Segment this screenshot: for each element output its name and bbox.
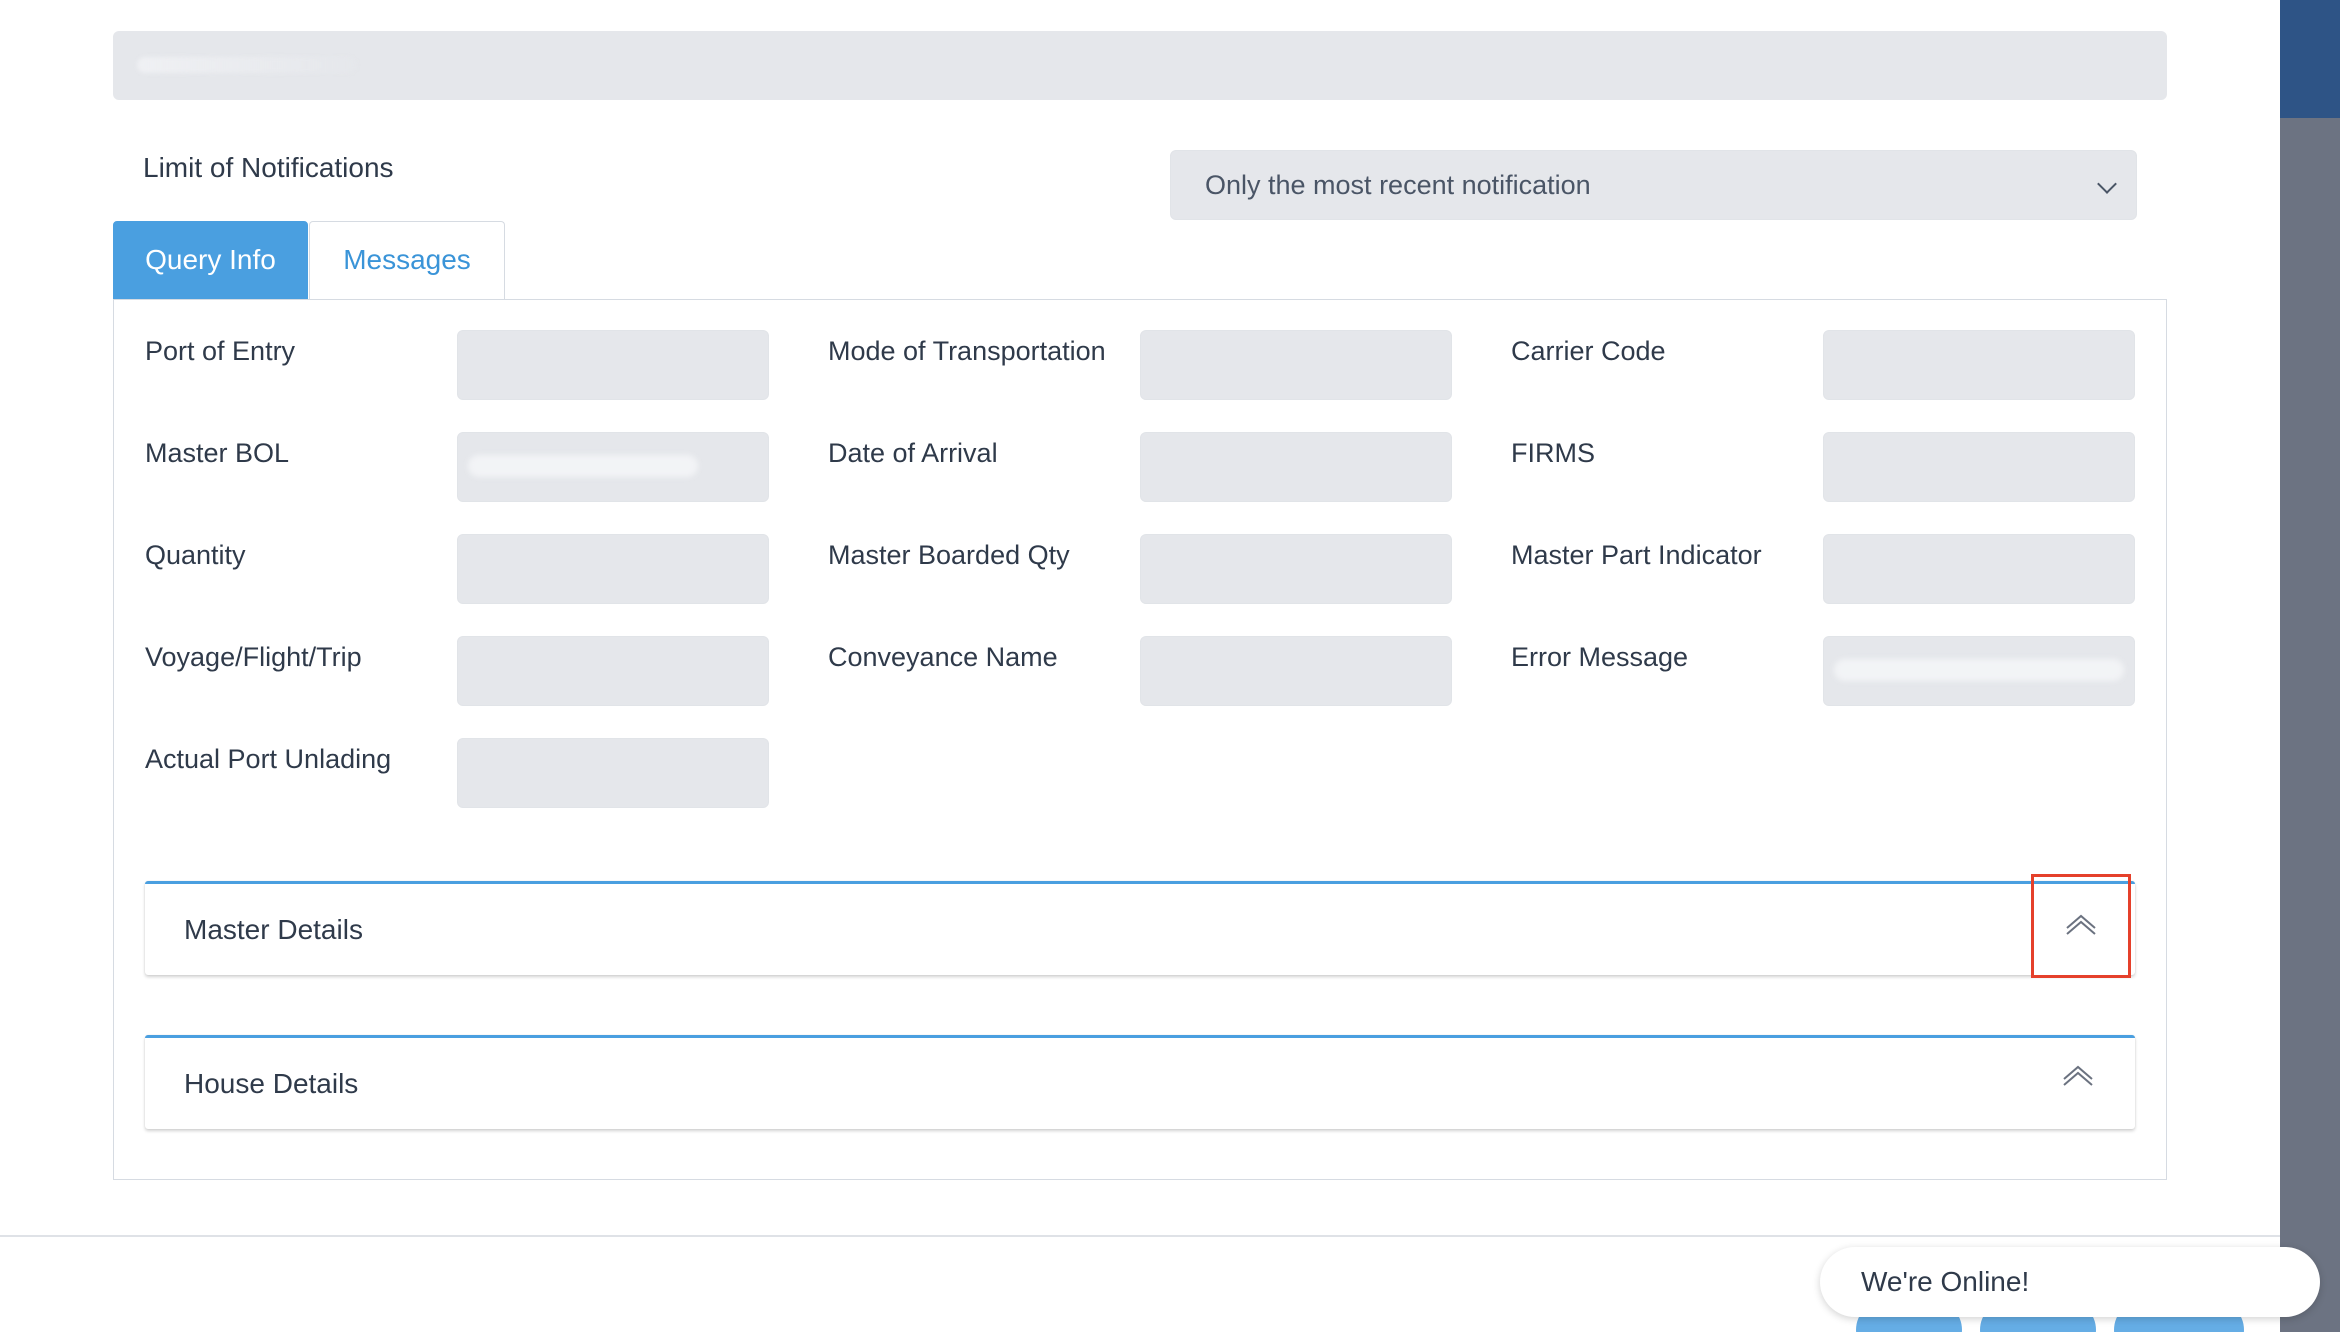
error-message-field[interactable]: [1823, 636, 2135, 706]
side-overlay: [2280, 0, 2340, 1332]
quantity-field[interactable]: [457, 534, 769, 604]
port-of-entry-label: Port of Entry: [145, 336, 296, 366]
limit-of-notifications-select[interactable]: Only the most recent notification: [1170, 150, 2137, 220]
tab-messages[interactable]: Messages: [309, 221, 505, 299]
carrier-code-label: Carrier Code: [1511, 336, 1666, 366]
master-part-indicator-field[interactable]: [1823, 534, 2135, 604]
footer-divider: [0, 1235, 2280, 1237]
redacted-text: [468, 455, 698, 477]
master-bol-field[interactable]: [457, 432, 769, 502]
error-message-label: Error Message: [1511, 642, 1689, 672]
voyage-flight-trip-field[interactable]: [457, 636, 769, 706]
carrier-code-field[interactable]: [1823, 330, 2135, 400]
master-bol-label: Master BOL: [145, 438, 290, 468]
master-boarded-qty-field[interactable]: [1140, 534, 1452, 604]
conveyance-name-label: Conveyance Name: [828, 642, 1058, 672]
chevron-up-icon: [2063, 1065, 2093, 1086]
master-details-title: Master Details: [184, 914, 363, 945]
actual-port-unlading-label: Actual Port Unlading: [145, 744, 392, 774]
voyage-flight-trip-label: Voyage/Flight/Trip: [145, 642, 362, 672]
limit-of-notifications-label: Limit of Notifications: [143, 152, 394, 183]
chevron-down-icon: [2097, 174, 2117, 194]
side-overlay-header: [2280, 0, 2340, 118]
page: Limit of Notifications Only the most rec…: [0, 0, 2280, 1332]
house-details-title: House Details: [184, 1068, 359, 1099]
master-details-toggle[interactable]: [2031, 874, 2131, 978]
date-of-arrival-field[interactable]: [1140, 432, 1452, 502]
port-of-entry-field[interactable]: [457, 330, 769, 400]
chat-status-bubble[interactable]: We're Online!: [1820, 1247, 2320, 1317]
firms-label: FIRMS: [1511, 438, 1595, 468]
actual-port-unlading-field[interactable]: [457, 738, 769, 808]
mode-of-transportation-label: Mode of Transportation: [828, 336, 1106, 366]
limit-select-value: Only the most recent notification: [1205, 170, 1591, 200]
master-boarded-qty-label: Master Boarded Qty: [828, 540, 1070, 570]
tab-query-info[interactable]: Query Info: [113, 221, 308, 299]
search-bar[interactable]: [113, 31, 2167, 100]
date-of-arrival-label: Date of Arrival: [828, 438, 998, 468]
chevron-up-icon: [2066, 914, 2096, 935]
conveyance-name-field[interactable]: [1140, 636, 1452, 706]
master-details-section[interactable]: Master Details: [145, 874, 2135, 978]
chat-status-text: We're Online!: [1861, 1266, 2030, 1297]
redacted-text: [137, 57, 357, 73]
master-part-indicator-label: Master Part Indicator: [1511, 540, 1762, 570]
firms-field[interactable]: [1823, 432, 2135, 502]
mode-of-transportation-field[interactable]: [1140, 330, 1452, 400]
house-details-section[interactable]: House Details: [145, 1035, 2135, 1129]
redacted-text: [1834, 659, 2124, 681]
quantity-label: Quantity: [145, 540, 246, 570]
house-details-toggle[interactable]: [2031, 1028, 2131, 1132]
